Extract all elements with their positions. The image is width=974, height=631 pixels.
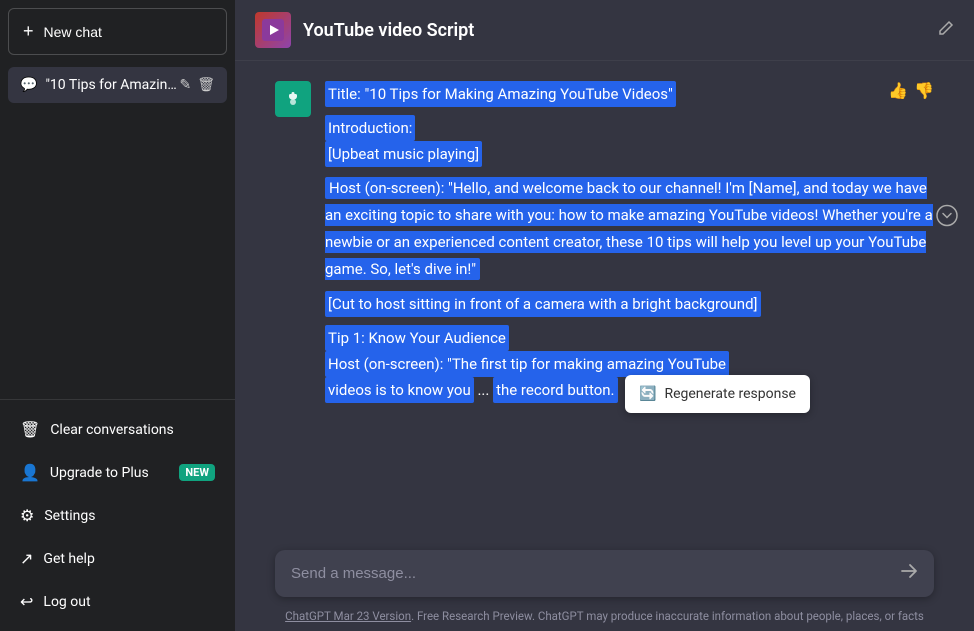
assistant-avatar	[275, 81, 311, 117]
msg-host-text: Host (on-screen): "Hello, and welcome ba…	[325, 177, 933, 280]
footer-link[interactable]: ChatGPT Mar 23 Version	[285, 609, 411, 623]
msg-host-block: Host (on-screen): "Hello, and welcome ba…	[325, 175, 934, 283]
new-chat-button[interactable]: + New chat	[8, 8, 227, 55]
regenerate-label: Regenerate response	[664, 383, 796, 405]
msg-intro-block: Introduction: [Upbeat music playing]	[325, 115, 934, 167]
chat-item-label: "10 Tips for Amazing Yo	[45, 77, 179, 93]
send-button[interactable]	[900, 562, 918, 585]
input-box	[275, 550, 934, 597]
msg-truncated: ...	[477, 381, 489, 399]
thumbs-up-icon[interactable]: 👍	[888, 81, 908, 100]
chat-item-left: 💬 "10 Tips for Amazing Yo	[20, 77, 179, 93]
sidebar-item-upgrade[interactable]: 👤 Upgrade to Plus NEW	[8, 451, 227, 494]
logout-label: Log out	[43, 594, 90, 610]
logout-icon: ↩	[20, 592, 33, 611]
help-icon: ↗	[20, 549, 33, 568]
regenerate-tooltip[interactable]: 🔄 Regenerate response	[625, 375, 810, 413]
message-input[interactable]	[291, 565, 890, 582]
clear-icon: 🗑	[20, 420, 40, 439]
header-edit-icon[interactable]	[938, 20, 954, 40]
settings-label: Settings	[44, 508, 95, 524]
chat-area: Title: "10 Tips for Making Amazing YouTu…	[235, 61, 974, 538]
msg-title: Title: "10 Tips for Making Amazing YouTu…	[325, 81, 676, 107]
msg-intro-label: Introduction:	[325, 115, 415, 141]
sidebar-item-help[interactable]: ↗ Get help	[8, 537, 227, 580]
delete-icon[interactable]: 🗑	[197, 77, 215, 93]
edit-icon[interactable]: ✎	[179, 77, 191, 93]
chat-icon: 💬	[20, 77, 37, 93]
sidebar-item-logout[interactable]: ↩ Log out	[8, 580, 227, 623]
msg-cut: [Cut to host sitting in front of a camer…	[325, 291, 761, 317]
thumbs-down-icon[interactable]: 👎	[914, 81, 934, 100]
chat-history-item[interactable]: 💬 "10 Tips for Amazing Yo ✎ 🗑	[8, 67, 227, 103]
main-panel: YouTube video Script Title: "10 Tips for…	[235, 0, 974, 631]
msg-tip1-text: Host (on-screen): "The first tip for mak…	[325, 351, 729, 377]
msg-tip1-title: Tip 1: Know Your Audience	[325, 325, 509, 351]
chat-item-icons: ✎ 🗑	[179, 77, 215, 93]
sidebar: + New chat 💬 "10 Tips for Amazing Yo ✎ 🗑…	[0, 0, 235, 631]
upgrade-label: Upgrade to Plus	[50, 465, 149, 481]
msg-tip1-text3: the record button.	[493, 377, 617, 403]
msg-tip1-block: Tip 1: Know Your Audience Host (on-scree…	[325, 325, 934, 403]
msg-tip1-text2: videos is to know you	[325, 377, 474, 403]
input-area	[235, 538, 974, 603]
sidebar-item-settings[interactable]: ⚙ Settings	[8, 494, 227, 537]
chat-history: 💬 "10 Tips for Amazing Yo ✎ 🗑	[0, 63, 235, 399]
msg-title-block: Title: "10 Tips for Making Amazing YouTu…	[325, 81, 934, 107]
header-left: YouTube video Script	[255, 12, 474, 48]
footer: ChatGPT Mar 23 Version. Free Research Pr…	[235, 603, 974, 631]
message-row: Title: "10 Tips for Making Amazing YouTu…	[275, 81, 934, 411]
scroll-down-arrow[interactable]	[936, 205, 958, 232]
header-avatar	[255, 12, 291, 48]
sidebar-bottom: 🗑 Clear conversations 👤 Upgrade to Plus …	[0, 399, 235, 631]
msg-cut-block: [Cut to host sitting in front of a camer…	[325, 291, 934, 317]
message-actions: 👍 👎	[888, 81, 934, 100]
new-chat-label: New chat	[44, 24, 102, 40]
sidebar-item-clear[interactable]: 🗑 Clear conversations	[8, 408, 227, 451]
new-badge: NEW	[179, 464, 215, 481]
clear-label: Clear conversations	[50, 422, 173, 438]
header-title: YouTube video Script	[303, 20, 474, 41]
gear-icon: ⚙	[20, 506, 34, 525]
user-icon: 👤	[20, 463, 40, 482]
footer-text: . Free Research Preview. ChatGPT may pro…	[411, 609, 924, 623]
regen-icon: 🔄	[639, 383, 656, 405]
message-content: Title: "10 Tips for Making Amazing YouTu…	[325, 81, 934, 411]
plus-icon: +	[23, 21, 34, 42]
help-label: Get help	[43, 551, 94, 567]
msg-music: [Upbeat music playing]	[325, 141, 482, 167]
header: YouTube video Script	[235, 0, 974, 61]
